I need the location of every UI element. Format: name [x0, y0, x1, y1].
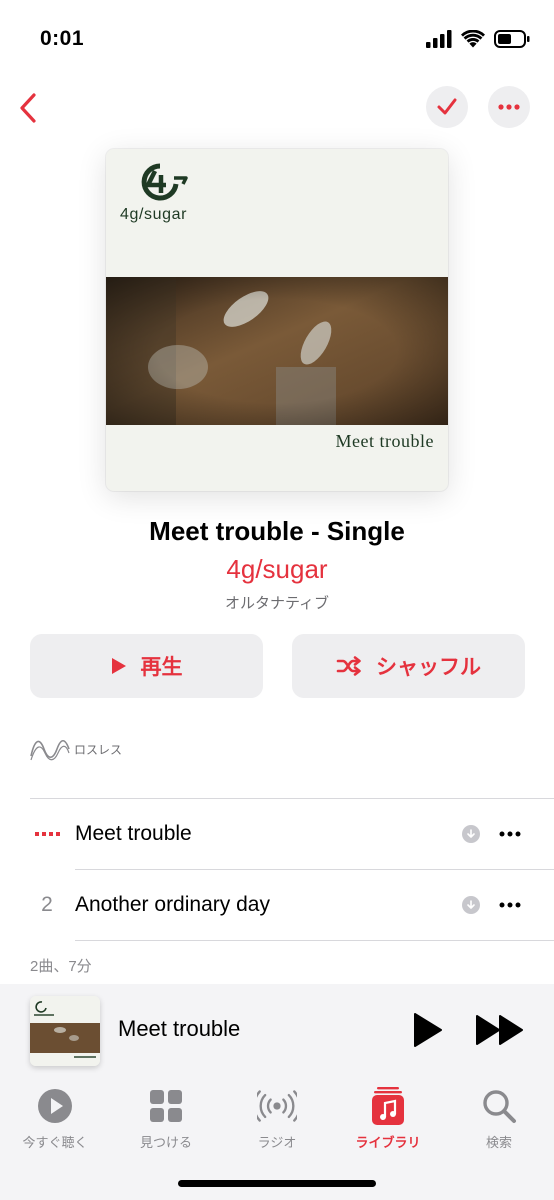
library-icon: [368, 1086, 408, 1126]
track-row[interactable]: Meet trouble: [0, 799, 554, 869]
tab-search[interactable]: 検索: [444, 1086, 554, 1151]
artwork-title-text: Meet trouble: [335, 431, 434, 451]
cellular-signal-icon: [426, 30, 452, 48]
mini-forward-button[interactable]: [474, 1012, 526, 1048]
play-icon: [111, 658, 126, 674]
ellipsis-icon: [499, 902, 521, 908]
grid-icon: [146, 1086, 186, 1126]
back-button[interactable]: [8, 86, 48, 130]
album-title: Meet trouble - Single: [149, 516, 405, 546]
artist-logo-icon: [141, 163, 188, 201]
ellipsis-icon: [498, 104, 520, 110]
tab-radio[interactable]: ラジオ: [222, 1086, 332, 1151]
tab-listen-now[interactable]: 今すぐ聴く: [0, 1086, 110, 1151]
track-title: Another ordinary day: [75, 893, 270, 916]
tab-label: 見つける: [139, 1135, 192, 1150]
download-icon: [462, 896, 480, 914]
tab-label: 今すぐ聴く: [22, 1135, 88, 1150]
tab-label: ライブラリ: [355, 1135, 421, 1150]
mini-player-title: Meet trouble: [118, 1016, 241, 1041]
artwork-brand-text: 4g/sugar: [120, 206, 188, 223]
playing-bars-icon: [34, 832, 60, 836]
radio-icon: [257, 1086, 297, 1126]
chevron-left-icon: [20, 93, 36, 123]
fast-forward-icon: [476, 1015, 523, 1045]
tab-label: ラジオ: [257, 1135, 297, 1150]
home-indicator: [178, 1180, 376, 1187]
lossless-label: ロスレス: [74, 742, 123, 757]
track-number: 2: [41, 893, 53, 916]
shuffle-icon: [336, 656, 361, 676]
lossless-badge: ロスレス: [30, 736, 122, 762]
download-icon: [462, 825, 480, 843]
battery-icon: [494, 30, 530, 48]
checkmark-icon: [437, 98, 457, 115]
more-options-button[interactable]: [488, 86, 530, 128]
shuffle-button[interactable]: シャッフル: [292, 634, 525, 698]
status-bar: 0:01: [0, 0, 554, 80]
play-button-label: 再生: [140, 656, 183, 679]
divider: [75, 940, 554, 941]
tab-label: 検索: [485, 1135, 512, 1150]
tab-browse[interactable]: 見つける: [111, 1086, 221, 1151]
status-icons: [426, 30, 530, 48]
lossless-wave-icon: [30, 739, 70, 761]
navigation-bar: [0, 80, 554, 136]
search-icon: [479, 1086, 519, 1126]
mini-player-artwork: [30, 996, 100, 1066]
mini-play-button[interactable]: [410, 1010, 446, 1050]
wifi-icon: [461, 30, 485, 48]
artwork-photo: [106, 277, 448, 425]
album-genre: オルタナティブ: [224, 595, 330, 612]
artist-link[interactable]: 4g/sugar: [0, 554, 554, 585]
album-artwork: 4g/sugar Meet trouble: [106, 149, 448, 491]
ellipsis-icon: [499, 831, 521, 837]
album-summary: 2曲、7分: [30, 958, 92, 975]
now-playing-indicator: [30, 799, 64, 869]
status-time: 0:01: [40, 27, 85, 50]
track-title: Meet trouble: [75, 822, 192, 845]
play-circle-icon: [35, 1086, 75, 1126]
play-button[interactable]: 再生: [30, 634, 263, 698]
shuffle-button-label: シャッフル: [376, 656, 481, 679]
mini-player[interactable]: Meet trouble: [0, 984, 554, 1076]
track-row[interactable]: 2 Another ordinary day: [0, 870, 554, 940]
tab-library[interactable]: ライブラリ: [333, 1086, 443, 1151]
added-to-library-button[interactable]: [426, 86, 468, 128]
track-more-button[interactable]: [494, 819, 526, 849]
play-icon: [414, 1013, 442, 1047]
track-more-button[interactable]: [494, 890, 526, 920]
